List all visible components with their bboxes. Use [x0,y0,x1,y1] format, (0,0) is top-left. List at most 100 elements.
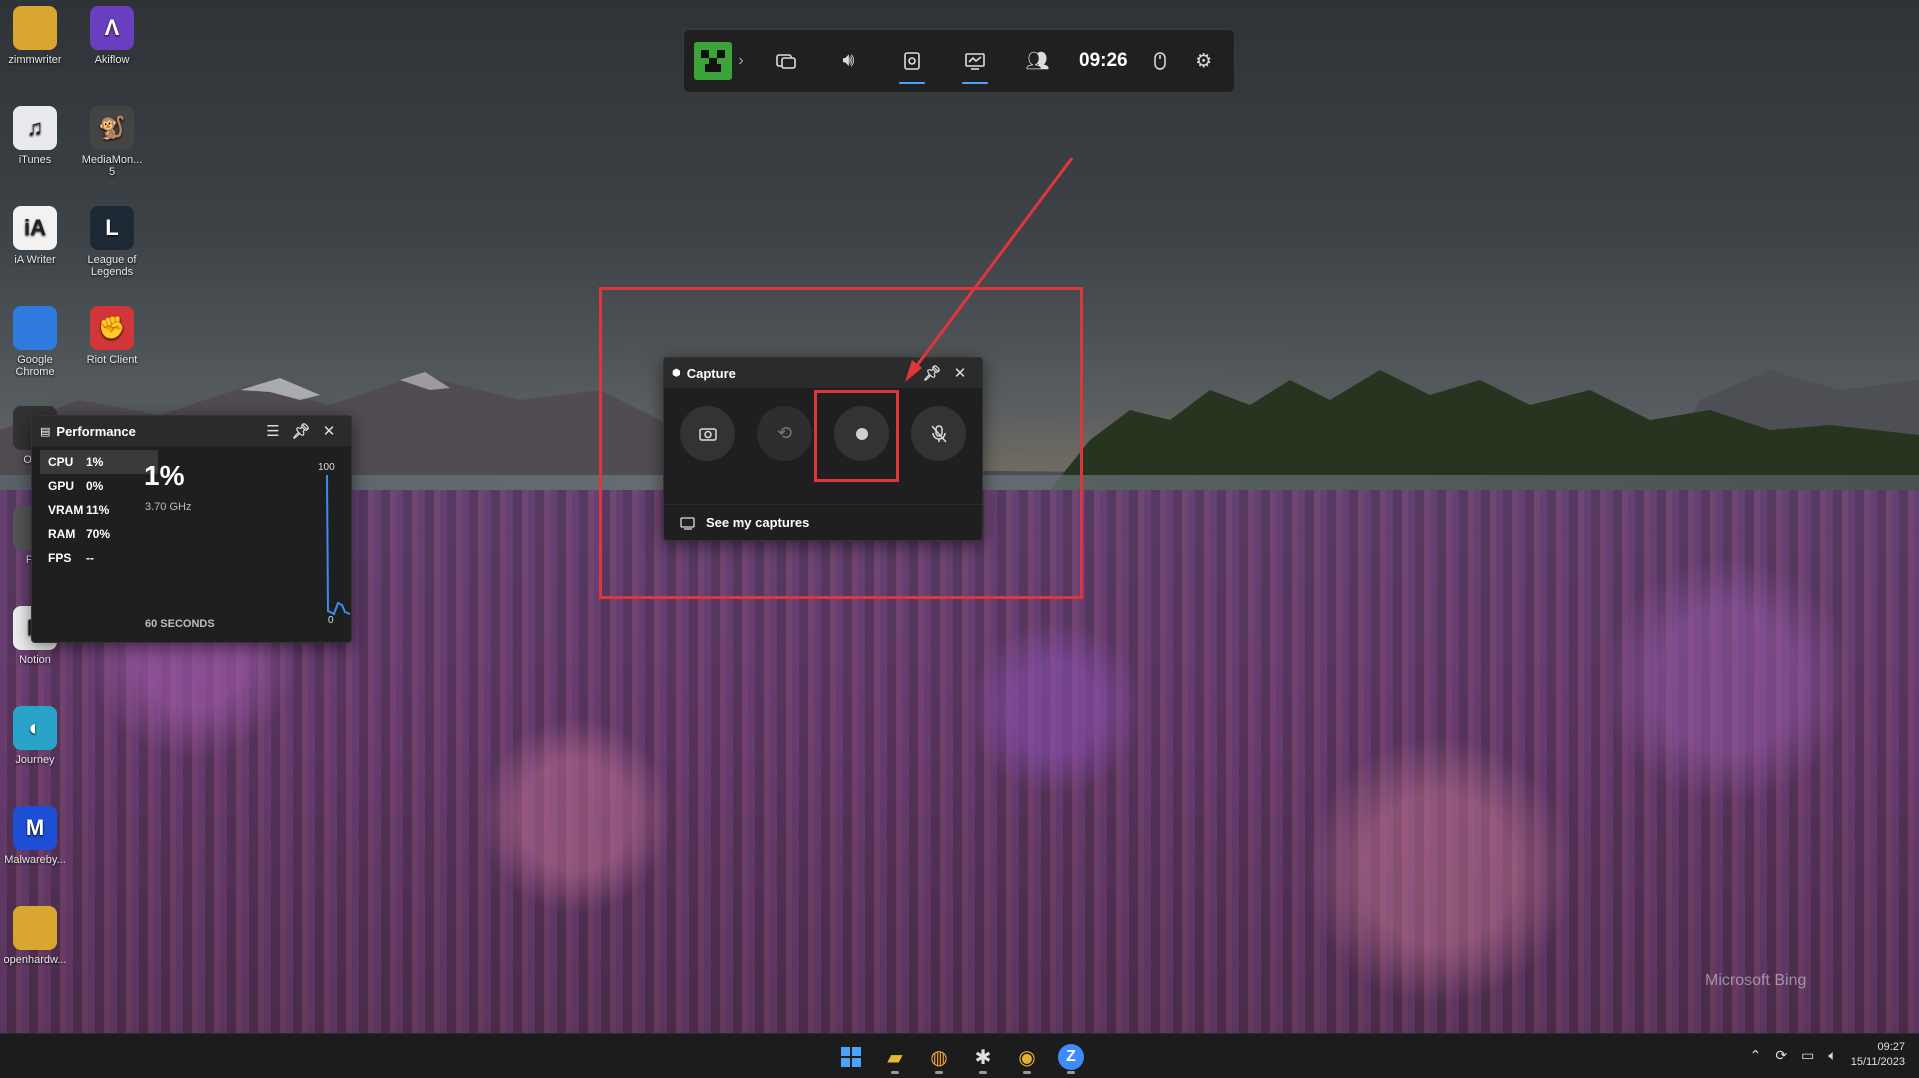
performance-widget-icon: ▤ [40,425,51,438]
desktop-icon-zimmwriter[interactable]: zimmwriter [0,6,70,66]
folder-icon [13,6,57,50]
desktop-icon-label: iA Writer [14,254,56,266]
desktop-icon-openhardware[interactable]: openhardw... [0,906,70,966]
slack-button[interactable]: ✱ [965,1039,1001,1075]
graph-min-label: 0 [328,615,334,626]
game-bar-clock: 09:26 [1079,50,1128,71]
taskbar: ▰ ◍ ✱ ◉ Z ⌃ ⟳ ▭ 🔈︎ 09:27 15/11/2023 [0,1033,1919,1078]
metric-row-vram[interactable]: VRAM 11% [40,498,158,522]
mouse-icon [1153,52,1166,70]
zoom-icon: Z [1058,1044,1084,1070]
file-explorer-button[interactable]: ▰ [877,1039,913,1075]
desktop-icon-malwarebytes[interactable]: M Malwareby... [0,806,70,866]
taskbar-clock[interactable]: 09:27 15/11/2023 [1851,1040,1905,1070]
metric-value: 70% [86,527,111,541]
metric-value: 11% [86,503,110,517]
metric-row-cpu[interactable]: CPU 1% [40,450,158,474]
audio-button[interactable]: 🔊︎ [817,30,880,92]
desktop-icon-riot-client[interactable]: ✊ Riot Client [77,306,147,366]
start-button[interactable] [833,1039,869,1075]
xbox-game-bar: › 🔊︎ 👥︎ 09:26 ⚙︎ [683,29,1235,93]
cpu-usage-graph [326,474,351,616]
performance-close-button[interactable]: ✕ [315,422,343,440]
close-icon: ✕ [322,423,336,440]
folder-icon: ▰ [887,1046,903,1069]
desktop-icon-itunes[interactable]: ♫ iTunes [0,106,70,166]
capture-icon [903,52,920,70]
desktop-icon-label: MediaMon... 5 [81,154,143,178]
akiflow-icon: Λ [90,6,134,50]
metric-label: GPU [48,479,75,493]
performance-button[interactable] [943,30,1006,92]
metric-value: 0% [86,479,104,493]
desktop-icon-label: Akiflow [94,54,130,66]
performance-metric-list: CPU 1% GPU 0% VRAM 11% RAM 70% FPS -- [40,450,158,570]
ia-writer-icon: iA [13,206,57,250]
app-launcher-button[interactable]: ◍ [921,1039,957,1075]
chevron-up-icon[interactable]: ⌃ [1750,1047,1762,1064]
cpu-clock-speed: 3.70 GHz [145,501,192,513]
taskbar-apps: ▰ ◍ ✱ ◉ Z [833,1039,1089,1075]
desktop-icon-mediamonkey[interactable]: 🐒 MediaMon... 5 [77,106,147,178]
people-icon: 👥︎ [1025,51,1050,72]
folder-icon [13,906,57,950]
metric-value: -- [86,551,94,565]
minecraft-creeper-icon [694,42,733,80]
desktop-icon-label: zimmwriter [8,54,62,66]
widget-menu-button[interactable] [754,30,817,92]
desktop-icon-label: Google Chrome [15,354,55,378]
desktop-icon-ia-writer[interactable]: iA iA Writer [0,206,70,266]
highlight-box-record [814,390,899,482]
metric-value: 1% [86,455,104,469]
desktop-icon-label: iTunes [18,154,52,166]
desktop-icon-label: openhardw... [3,954,67,966]
journey-icon: ◐ [13,706,57,750]
graph-timespan-label: 60 SECONDS [145,618,215,630]
settings-button[interactable]: ⚙︎ [1182,30,1226,92]
metric-label: VRAM [48,503,84,517]
performance-title: Performance [56,423,136,439]
metric-row-ram[interactable]: RAM 70% [40,522,158,546]
game-bar-home-button[interactable]: › [684,30,754,92]
desktop-icon-journey[interactable]: ◐ Journey [0,706,70,766]
xbox-social-button[interactable]: 👥︎ [1006,30,1069,92]
network-icon[interactable]: ▭ [1801,1047,1814,1064]
desktop-icon-league-of-legends[interactable]: L League of Legends [77,206,147,278]
sync-icon[interactable]: ⟳ [1775,1047,1787,1064]
sliders-icon: ☰ [266,423,280,440]
chrome-icon: ◉ [1018,1046,1036,1069]
speaker-icon: 🔊︎ [842,50,855,71]
league-of-legends-icon: L [90,206,134,250]
mouse-lock-button[interactable] [1138,30,1182,92]
performance-pin-button[interactable]: 📌︎ [287,422,315,440]
windows-logo-icon [841,1047,861,1067]
background-trees [1050,370,1919,490]
itunes-icon: ♫ [13,106,57,150]
chrome-icon [13,306,57,350]
volume-icon[interactable]: 🔈︎ [1828,1047,1836,1064]
cpu-current-value: 1% [144,460,185,491]
metric-row-gpu[interactable]: GPU 0% [40,474,158,498]
metric-label: RAM [48,527,76,541]
bing-watermark: Microsoft Bing [1705,972,1807,989]
metric-label: FPS [48,551,72,565]
clock-date: 15/11/2023 [1850,1056,1905,1068]
gear-icon: ⚙︎ [1195,50,1213,72]
chevron-right-icon: › [738,52,744,69]
desktop-icon-akiflow[interactable]: Λ Akiflow [77,6,147,66]
riot-client-icon: ✊ [90,306,134,350]
capture-button[interactable] [880,30,943,92]
zoom-button[interactable]: Z [1053,1039,1089,1075]
system-tray: ⌃ ⟳ ▭ 🔈︎ 09:27 15/11/2023 [1750,1040,1905,1070]
mediamonkey-icon: 🐒 [90,106,134,150]
performance-header: ▤ Performance ☰ 📌︎ ✕ [32,416,351,446]
desktop-icon-chrome[interactable]: Google Chrome [0,306,70,378]
performance-options-button[interactable]: ☰ [259,422,287,440]
malwarebytes-icon: M [13,806,57,850]
chrome-button[interactable]: ◉ [1009,1039,1045,1075]
metric-row-fps[interactable]: FPS -- [40,546,158,570]
clock-time: 09:27 [1877,1041,1905,1053]
desktop-icon-label: Riot Client [86,354,138,366]
desktop-icon-label: League of Legends [87,254,137,278]
desktop-icon-label: Notion [19,654,51,666]
